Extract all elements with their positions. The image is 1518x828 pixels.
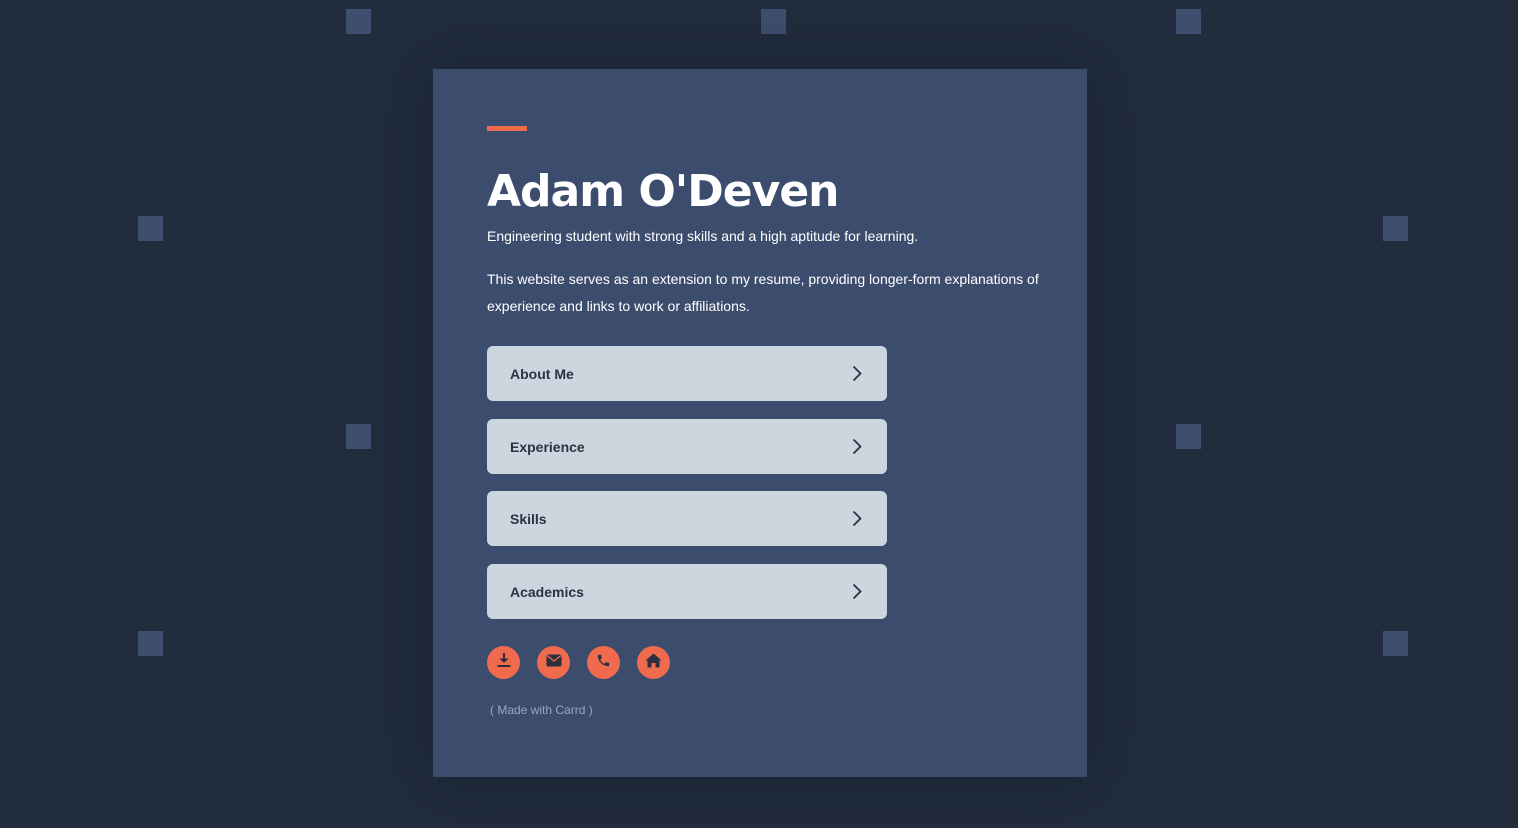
background-square <box>1383 216 1408 241</box>
home-button[interactable] <box>637 646 670 679</box>
background-square <box>761 9 786 34</box>
skills-button[interactable]: Skills <box>487 491 887 546</box>
home-icon <box>645 653 662 673</box>
email-button[interactable] <box>537 646 570 679</box>
background-square <box>138 216 163 241</box>
page: Adam O'Deven Engineering student with st… <box>0 0 1518 828</box>
background-square <box>1176 9 1201 34</box>
nav-label: About Me <box>510 365 574 382</box>
social-links <box>487 646 670 679</box>
chevron-right-icon <box>850 365 864 383</box>
accent-bar <box>487 126 527 131</box>
phone-icon <box>596 653 611 673</box>
background-square <box>1383 631 1408 656</box>
experience-button[interactable]: Experience <box>487 419 887 474</box>
made-with-carrd-link[interactable]: ( Made with Carrd ) <box>490 703 593 717</box>
background-square <box>138 631 163 656</box>
page-title: Adam O'Deven <box>487 166 839 217</box>
phone-button[interactable] <box>587 646 620 679</box>
download-icon <box>496 652 512 673</box>
background-square <box>346 9 371 34</box>
background-square <box>346 424 371 449</box>
nav-label: Skills <box>510 510 547 527</box>
chevron-right-icon <box>850 583 864 601</box>
description: This website serves as an extension to m… <box>487 271 1039 314</box>
tagline: Engineering student with strong skills a… <box>487 228 919 244</box>
nav-label: Academics <box>510 583 584 600</box>
profile-card: Adam O'Deven Engineering student with st… <box>433 69 1087 777</box>
envelope-icon <box>546 654 562 672</box>
nav-label: Experience <box>510 438 585 455</box>
chevron-right-icon <box>850 438 864 456</box>
background-square <box>1176 424 1201 449</box>
chevron-right-icon <box>850 510 864 528</box>
download-button[interactable] <box>487 646 520 679</box>
academics-button[interactable]: Academics <box>487 564 887 619</box>
about-me-button[interactable]: About Me <box>487 346 887 401</box>
